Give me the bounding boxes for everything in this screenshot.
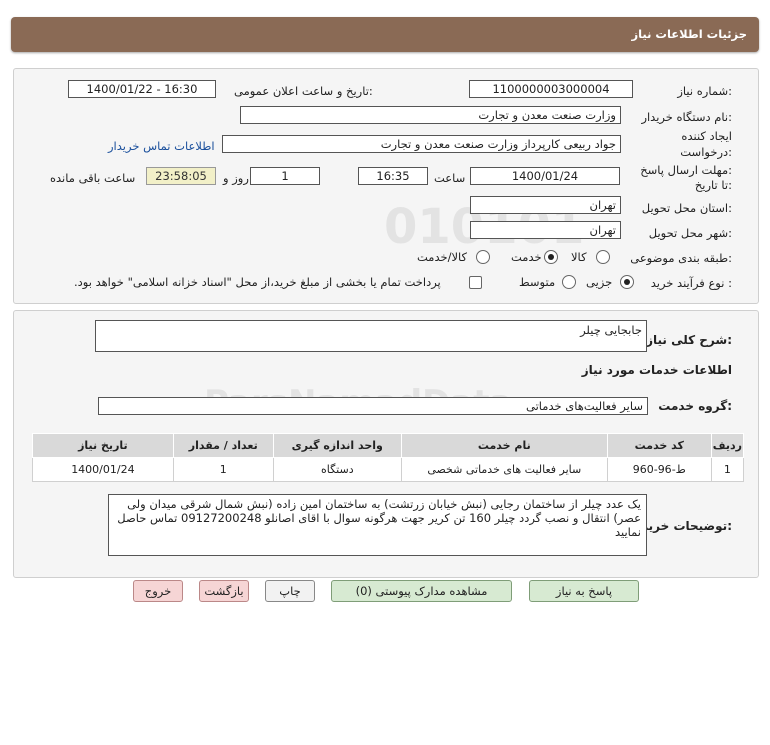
- exit-button[interactable]: خروج: [133, 580, 183, 602]
- process-small-radio[interactable]: [620, 275, 634, 289]
- category-service-radio[interactable]: [544, 250, 558, 264]
- category-service-label: خدمت: [511, 250, 542, 264]
- col-header-unit: واحد اندازه گیری: [272, 433, 402, 458]
- deadline-date-field: 1400/01/24: [470, 167, 620, 185]
- process-medium-radio[interactable]: [562, 275, 576, 289]
- creator-field: جواد ربیعی کارپرداز وزارت صنعت معدن و تج…: [222, 135, 621, 153]
- category-goods-label: کالا: [571, 250, 587, 264]
- attachments-button[interactable]: مشاهده مدارک پیوستی (0): [331, 580, 512, 602]
- cell-service-code: ط-96-960: [606, 457, 712, 482]
- col-header-service-code: کد خدمت: [606, 433, 712, 458]
- days-label: روز و: [223, 171, 249, 185]
- cell-service-name: سایر فعالیت های خدماتی شخصی: [400, 457, 608, 482]
- col-header-need-date: تاریخ نیاز: [32, 433, 174, 458]
- print-button[interactable]: چاپ: [265, 580, 315, 602]
- province-field: تهران: [470, 196, 621, 214]
- service-group-field: سایر فعالیت‌های خدماتی: [98, 397, 648, 415]
- days-field: 1: [250, 167, 320, 185]
- page-title: جزئیات اطلاعات نیاز: [631, 27, 747, 41]
- back-button[interactable]: بازگشت: [199, 580, 249, 602]
- deadline-time-label: ساعت: [434, 171, 466, 185]
- buyer-contact-link[interactable]: اطلاعات تماس خریدار: [108, 139, 215, 153]
- col-header-service-name: نام خدمت: [400, 433, 608, 458]
- process-label: نوع فرآیند خرید :: [650, 276, 732, 290]
- cell-quantity: 1: [172, 457, 274, 482]
- remaining-time-field: 23:58:05: [146, 167, 216, 185]
- request-info-panel: 010101 شماره نیاز: 1100000003000004 تاری…: [13, 68, 759, 304]
- buyer-org-label: نام دستگاه خریدار:: [641, 110, 732, 124]
- details-panel: ParsNamadData ۰۲۱-۸۸۳۴۹۶۷۰ شرح کلی نیاز:…: [13, 310, 759, 578]
- announce-label: تاریخ و ساعت اعلان عمومی:: [234, 84, 373, 98]
- reply-button[interactable]: پاسخ به نیاز: [529, 580, 639, 602]
- province-label: استان محل تحویل:: [641, 201, 732, 215]
- cell-unit: دستگاه: [272, 457, 402, 482]
- buyer-org-field: وزارت صنعت معدن و تجارت: [240, 106, 621, 124]
- city-label: شهر محل تحویل:: [648, 226, 732, 240]
- col-header-quantity: تعداد / مقدار: [172, 433, 274, 458]
- remaining-label: ساعت باقی مانده: [50, 171, 136, 185]
- services-table: ردیف کد خدمت نام خدمت واحد اندازه گیری ت…: [32, 433, 745, 482]
- summary-label: شرح کلی نیاز:: [646, 333, 732, 347]
- creator-label-2: درخواست:: [680, 145, 732, 159]
- cell-row-number: 1: [710, 457, 745, 482]
- services-info-title: اطلاعات خدمات مورد نیاز: [581, 363, 732, 377]
- service-group-label: گروه خدمت:: [658, 399, 732, 413]
- payment-treasury-checkbox[interactable]: [469, 276, 482, 289]
- category-label: طبقه بندی موضوعی:: [630, 251, 732, 265]
- creator-label-1: ایجاد کننده: [681, 129, 732, 143]
- services-table-header-row: ردیف کد خدمت نام خدمت واحد اندازه گیری ت…: [32, 433, 745, 458]
- summary-field: جابجایی چیلر: [95, 320, 647, 352]
- category-goods-service-label: کالا/خدمت: [417, 250, 468, 264]
- buyer-notes-field: یک عدد چیلر از ساختمان رجایی (نبش خیابان…: [108, 494, 647, 556]
- category-goods-radio[interactable]: [596, 250, 610, 264]
- process-small-label: جزیی: [586, 275, 613, 289]
- city-field: تهران: [470, 221, 621, 239]
- payment-treasury-note: پرداخت تمام یا بخشی از مبلغ خرید،از محل …: [74, 275, 441, 289]
- process-medium-label: متوسط: [519, 275, 556, 289]
- col-header-row-number: ردیف: [710, 433, 745, 458]
- deadline-label-2: تا تاریخ:: [694, 178, 732, 192]
- category-goods-service-radio[interactable]: [476, 250, 490, 264]
- table-row: 1 ط-96-960 سایر فعالیت های خدماتی شخصی د…: [32, 457, 745, 482]
- page-header: جزئیات اطلاعات نیاز: [11, 17, 759, 52]
- request-number-label: شماره نیاز:: [677, 84, 732, 98]
- announce-field: 1400/01/22 - 16:30: [68, 80, 216, 98]
- deadline-time-field: 16:35: [358, 167, 428, 185]
- deadline-label-1: مهلت ارسال پاسخ:: [640, 163, 732, 177]
- request-number-field: 1100000003000004: [469, 80, 633, 98]
- cell-need-date: 1400/01/24: [32, 457, 174, 482]
